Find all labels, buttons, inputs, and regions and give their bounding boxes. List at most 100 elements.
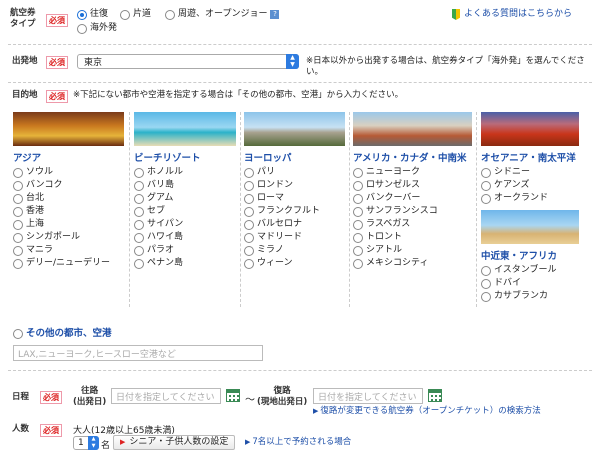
help-icon[interactable]: ? <box>270 10 280 19</box>
required-badge: 必須 <box>46 14 68 27</box>
radio-city[interactable]: ニューヨーク <box>353 166 467 179</box>
region-title: ヨーロッパ <box>244 153 292 164</box>
radio-icon <box>120 9 130 20</box>
radio-city[interactable]: ミラノ <box>244 244 320 257</box>
radio-icon <box>481 265 491 276</box>
radio-city[interactable]: ラスベガス <box>353 218 467 231</box>
radio-city[interactable]: ロンドン <box>244 179 320 192</box>
radio-city[interactable]: 上海 <box>13 218 110 231</box>
select-arrows-icon: ▲ ▼ <box>88 436 99 450</box>
radio-icon <box>134 167 144 178</box>
region-middle-east: 中近東・アフリカ イスタンブール ドバイ カサブランカ <box>481 248 557 303</box>
radio-city[interactable]: オークランド <box>481 192 576 205</box>
radio-checked-icon <box>77 9 87 20</box>
radio-icon <box>244 258 254 269</box>
beginner-mark-icon <box>452 9 460 20</box>
arrow-right-icon: ▶ <box>313 407 319 415</box>
radio-icon <box>244 193 254 204</box>
outbound-date-input[interactable]: 日付を指定してください <box>111 388 221 404</box>
radio-city[interactable]: ロサンゼルス <box>353 179 467 192</box>
radio-icon <box>13 180 23 191</box>
radio-city[interactable]: デリー/ニューデリー <box>13 257 110 270</box>
radio-city[interactable]: ホノルル <box>134 166 201 179</box>
radio-city[interactable]: ハワイ島 <box>134 231 201 244</box>
radio-city[interactable]: バンコク <box>13 179 110 192</box>
radio-icon <box>244 180 254 191</box>
radio-icon <box>481 291 491 302</box>
radio-icon <box>244 232 254 243</box>
radio-overseas-departure[interactable]: 海外発 <box>77 22 117 35</box>
radio-icon <box>244 206 254 217</box>
radio-icon <box>481 193 491 204</box>
select-arrows-icon: ▲ ▼ <box>286 54 299 69</box>
radio-open-jaw[interactable]: 周遊、オープンジョー ? <box>165 8 280 21</box>
faq-link[interactable]: よくある質問はこちらから <box>452 8 572 21</box>
radio-icon <box>165 9 175 20</box>
radio-city[interactable]: ローマ <box>244 192 320 205</box>
radio-city[interactable]: カサブランカ <box>481 290 557 303</box>
radio-city[interactable]: グアム <box>134 192 201 205</box>
radio-city[interactable]: 香港 <box>13 205 110 218</box>
region-title: 中近東・アフリカ <box>481 251 558 262</box>
radio-icon <box>13 193 23 204</box>
radio-icon <box>134 180 144 191</box>
radio-city[interactable]: シドニー <box>481 166 576 179</box>
adult-count-value: 1 <box>78 438 84 448</box>
radio-icon <box>353 180 363 191</box>
radio-city[interactable]: メキシコシティ <box>353 257 467 270</box>
radio-city[interactable]: サイパン <box>134 218 201 231</box>
radio-city[interactable]: パリ <box>244 166 320 179</box>
return-date-input[interactable]: 日付を指定してください <box>313 388 423 404</box>
other-city-input[interactable]: LAX,ニューヨーク,ヒースロー空港など <box>13 345 263 361</box>
radio-other-city[interactable]: その他の都市、空港 <box>13 327 112 340</box>
ticket-type-label: 航空券 タイプ <box>10 8 36 29</box>
radio-city[interactable]: バリ島 <box>134 179 201 192</box>
america-photo <box>353 112 472 146</box>
senior-child-button[interactable]: ▶ シニア・子供人数の設定 <box>113 435 236 450</box>
radio-city[interactable]: ドバイ <box>481 277 557 290</box>
radio-icon <box>134 258 144 269</box>
adult-unit: 名 <box>101 441 111 451</box>
radio-city[interactable]: ケアンズ <box>481 179 576 192</box>
radio-city[interactable]: シアトル <box>353 244 467 257</box>
other-city-label: その他の都市、空港 <box>26 328 112 339</box>
radio-icon <box>13 245 23 256</box>
radio-one-way[interactable]: 片道 <box>120 8 151 21</box>
date-placeholder: 日付を指定してください <box>318 392 417 403</box>
radio-city[interactable]: 台北 <box>13 192 110 205</box>
destination-label: 目的地 <box>12 90 38 100</box>
radio-city[interactable]: フランクフルト <box>244 205 320 218</box>
radio-city[interactable]: セブ <box>134 205 201 218</box>
radio-city[interactable]: バンクーバー <box>353 192 467 205</box>
calendar-icon[interactable] <box>428 389 442 402</box>
required-badge: 必須 <box>46 56 68 69</box>
radio-city[interactable]: パラオ <box>134 244 201 257</box>
radio-icon <box>353 193 363 204</box>
radio-icon <box>481 278 491 289</box>
radio-round-trip[interactable]: 往復 <box>77 8 108 21</box>
region-title: アメリカ・カナダ・中南米 <box>353 153 467 164</box>
radio-city[interactable]: ウィーン <box>244 257 320 270</box>
radio-icon <box>353 219 363 230</box>
departure-note: ※日本以外から出発する場合は、航空券タイプ「海外発」を選んでください。 <box>306 56 585 77</box>
departure-select[interactable]: 東京 ▲ ▼ <box>77 54 299 69</box>
radio-city[interactable]: マニラ <box>13 244 110 257</box>
radio-icon <box>134 232 144 243</box>
open-ticket-link[interactable]: ▶ 復路が変更できる航空券（オープンチケット）の検索方法 <box>313 405 541 418</box>
radio-city[interactable]: ソウル <box>13 166 110 179</box>
region-title: ビーチリゾート <box>134 153 201 164</box>
radio-city[interactable]: サンフランシスコ <box>353 205 467 218</box>
radio-city[interactable]: シンガポール <box>13 231 110 244</box>
group-booking-link[interactable]: ▶ 7名以上で予約される場合 <box>245 436 351 449</box>
radio-city[interactable]: マドリード <box>244 231 320 244</box>
radio-icon <box>353 258 363 269</box>
calendar-icon[interactable] <box>226 389 240 402</box>
radio-city[interactable]: イスタンブール <box>481 264 557 277</box>
radio-city[interactable]: バルセロナ <box>244 218 320 231</box>
other-city-placeholder: LAX,ニューヨーク,ヒースロー空港など <box>18 349 176 360</box>
radio-city[interactable]: トロント <box>353 231 467 244</box>
asia-photo <box>13 112 124 146</box>
adult-count-select[interactable]: 1 ▲ ▼ <box>73 436 99 450</box>
radio-city[interactable]: ペナン島 <box>134 257 201 270</box>
radio-icon <box>134 219 144 230</box>
